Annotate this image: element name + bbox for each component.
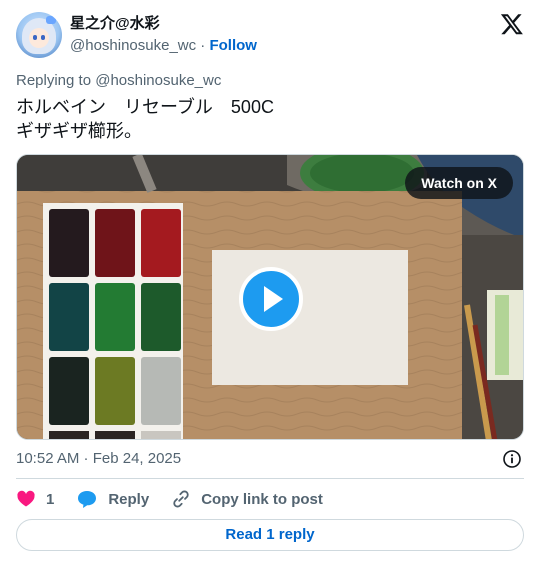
x-logo-icon[interactable] — [500, 12, 524, 36]
action-bar: 1 Reply Copy link to post — [16, 488, 345, 510]
avatar-eye-right — [41, 35, 45, 40]
avatar-eye-left — [33, 35, 37, 40]
author-names: 星之介@水彩 @hoshinosuke_wc · Follow — [70, 14, 257, 56]
display-name[interactable]: 星之介@水彩 — [70, 14, 257, 34]
heart-icon — [17, 490, 35, 507]
info-icon[interactable] — [502, 449, 522, 469]
timestamp[interactable]: 10:52 AM · Feb 24, 2025 — [16, 449, 181, 469]
tweet-text-line-2: ギザギザ櫛形。 — [16, 121, 142, 141]
follow-button[interactable]: Follow — [209, 37, 257, 54]
tweet-header: 星之介@水彩 @hoshinosuke_wc · Follow — [16, 12, 524, 60]
divider — [16, 478, 524, 479]
link-icon — [173, 490, 189, 508]
avatar-face — [29, 28, 49, 48]
reply-bubble-icon — [78, 491, 97, 508]
video-thumbnail[interactable]: Watch on X — [16, 154, 524, 440]
like-count: 1 — [46, 490, 55, 508]
handle-line: @hoshinosuke_wc · Follow — [70, 36, 257, 56]
like-action[interactable]: 1 — [16, 489, 54, 509]
copy-link-action[interactable]: Copy link to post — [171, 489, 323, 509]
author-handle[interactable]: @hoshinosuke_wc — [70, 37, 196, 54]
tweet-embed-card: 星之介@水彩 @hoshinosuke_wc · Follow Replying… — [0, 0, 540, 566]
avatar-bow — [46, 16, 56, 24]
replying-to[interactable]: Replying to @hoshinosuke_wc — [16, 71, 221, 91]
avatar[interactable] — [16, 12, 62, 58]
play-icon — [264, 286, 283, 312]
handle-separator: · — [196, 37, 210, 54]
reply-action[interactable]: Reply — [76, 489, 149, 509]
copy-link-label: Copy link to post — [201, 490, 323, 508]
tweet-text-line-1: ホルベイン リセーブル 500C — [16, 97, 274, 117]
tweet-text: ホルベイン リセーブル 500C ギザギザ櫛形。 — [16, 95, 274, 143]
reply-label: Reply — [108, 490, 150, 508]
read-reply-button[interactable]: Read 1 reply — [16, 519, 524, 551]
watch-on-x-button[interactable]: Watch on X — [405, 167, 513, 199]
play-button[interactable] — [239, 267, 303, 331]
